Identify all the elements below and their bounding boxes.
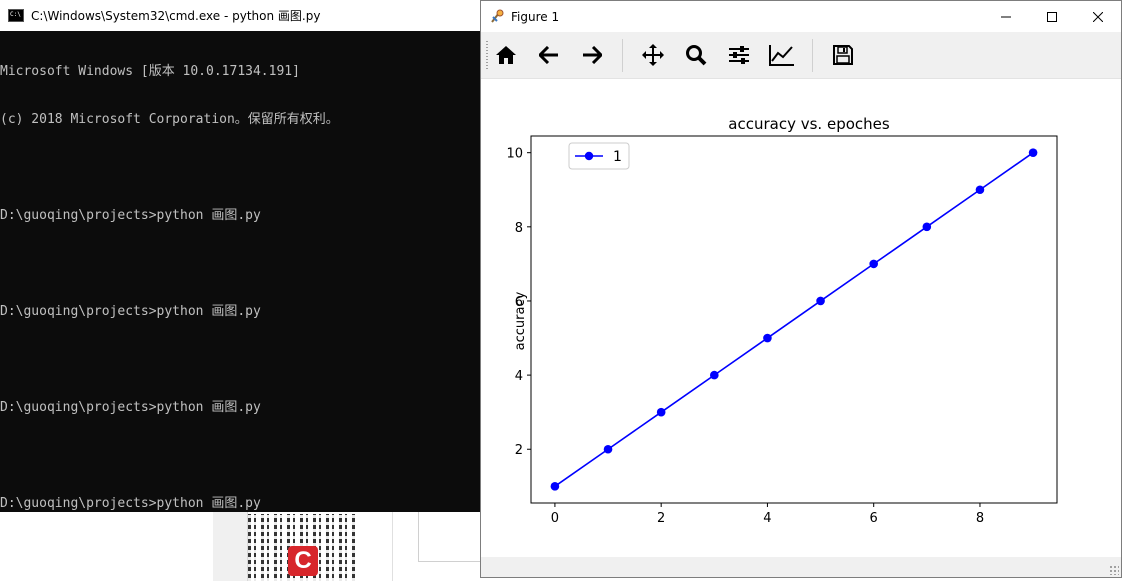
window-controls (983, 1, 1121, 32)
data-point (1028, 148, 1038, 157)
console-output[interactable]: Microsoft Windows [版本 10.0.17134.191] (c… (0, 31, 480, 513)
minimize-icon (1001, 16, 1011, 17)
maximize-icon (1047, 11, 1057, 22)
maximize-button[interactable] (1029, 1, 1075, 32)
data-point (710, 370, 719, 380)
matplotlib-icon (491, 9, 504, 23)
navigation-toolbar (481, 32, 1121, 79)
close-icon (1093, 11, 1103, 22)
console-line: D:\guoqing\projects>python 画图.py (0, 400, 261, 415)
console-line: Microsoft Windows [版本 10.0.17134.191] (0, 64, 300, 79)
x-tick-label: 0 (551, 511, 559, 526)
divider (418, 561, 480, 562)
home-button[interactable] (491, 40, 521, 70)
arrow-left-icon (539, 46, 558, 64)
console-line: (c) 2018 Microsoft Corporation。保留所有权利。 (0, 112, 339, 127)
legend: 1 (568, 142, 630, 170)
line-chart-icon (769, 45, 794, 66)
y-tick-label: 4 (515, 369, 523, 384)
y-tick-label: 10 (506, 147, 523, 162)
figure-window[interactable]: Figure 1 accuracy vs. epoches 0 2 4 6 8 … (480, 0, 1122, 578)
figure-title: Figure 1 (511, 9, 560, 24)
figure-canvas[interactable]: accuracy vs. epoches 0 2 4 6 8 2 4 6 8 10 accurac… (481, 79, 1121, 557)
data-point (869, 259, 878, 269)
data-point (816, 296, 825, 306)
forward-button[interactable] (577, 40, 607, 70)
console-line: D:\guoqing\projects>python 画图.py (0, 496, 261, 511)
data-point (763, 333, 772, 343)
app-logo: C (288, 546, 318, 576)
data-point (550, 482, 560, 491)
terminal-icon (8, 9, 24, 22)
y-tick-label: 2 (515, 443, 523, 458)
x-tick-label: 4 (763, 511, 771, 526)
arrow-right-icon (583, 46, 602, 64)
toolbar-separator (812, 39, 813, 72)
figure-titlebar[interactable]: Figure 1 (481, 1, 1121, 32)
x-tick-label: 8 (976, 511, 984, 526)
subplots-button[interactable] (724, 40, 754, 70)
status-bar (481, 557, 1121, 577)
toolbar-grip[interactable] (486, 41, 488, 69)
legend-label: 1 (613, 149, 622, 165)
y-tick-label: 8 (515, 221, 523, 236)
zoom-button[interactable] (681, 40, 711, 70)
resize-grip-icon[interactable] (1109, 565, 1119, 575)
data-point (603, 444, 613, 454)
data-point (656, 407, 666, 417)
x-tick-label: 2 (657, 511, 665, 526)
floppy-disk-icon (833, 45, 853, 65)
customize-button[interactable] (767, 40, 797, 70)
toolbar-separator (622, 39, 623, 72)
x-tick-label: 6 (870, 511, 878, 526)
close-button[interactable] (1075, 1, 1121, 32)
cmd-window[interactable]: C:\Windows\System32\cmd.exe - python 画图.… (0, 0, 480, 512)
data-point (922, 222, 932, 232)
legend-marker (584, 151, 594, 161)
sliders-icon (729, 46, 749, 64)
magnifier-icon (686, 45, 707, 66)
chart-title: accuracy vs. epoches (728, 115, 890, 133)
save-button[interactable] (828, 40, 858, 70)
line-chart[interactable]: accuracy vs. epoches 0 2 4 6 8246810 accurac… (481, 79, 1121, 557)
pan-button[interactable] (638, 40, 668, 70)
cmd-window-title: C:\Windows\System32\cmd.exe - python 画图.… (31, 9, 321, 23)
y-axis-label: accuracy (513, 291, 528, 350)
data-point (975, 185, 985, 195)
cmd-titlebar[interactable]: C:\Windows\System32\cmd.exe - python 画图.… (0, 0, 480, 31)
move-icon (642, 44, 664, 66)
home-icon (496, 46, 516, 64)
minimize-button[interactable] (983, 1, 1029, 32)
back-button[interactable] (534, 40, 564, 70)
console-line: D:\guoqing\projects>python 画图.py (0, 208, 261, 223)
console-line: D:\guoqing\projects>python 画图.py (0, 304, 261, 319)
